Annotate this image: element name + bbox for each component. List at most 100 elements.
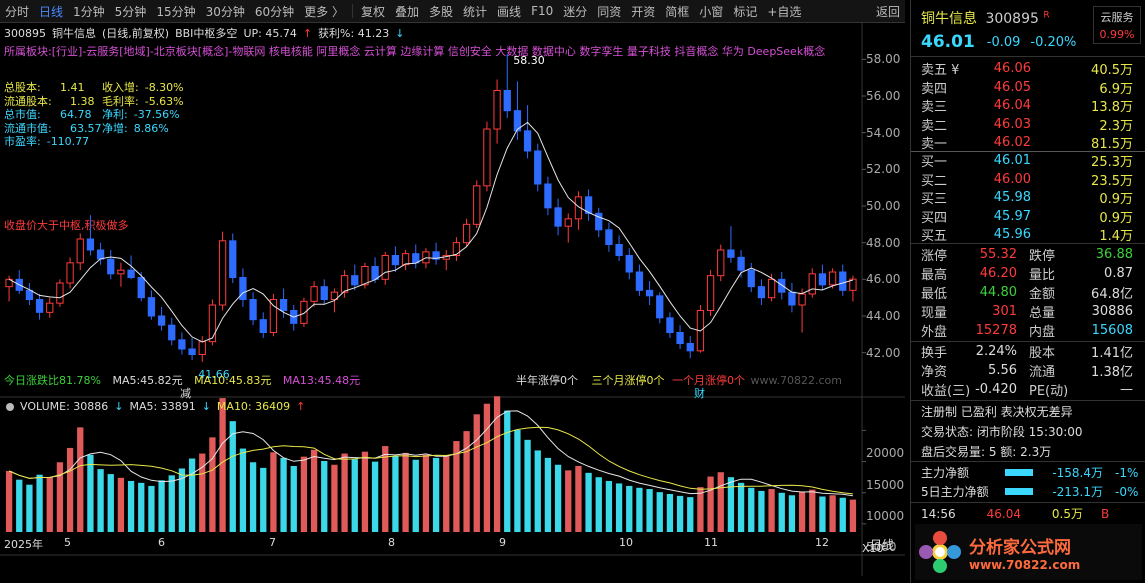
bid-label: 买四 bbox=[921, 210, 948, 226]
time-label: 7 bbox=[269, 536, 276, 549]
stat-value: 0.87 bbox=[1104, 266, 1133, 281]
tab-more[interactable]: 更多 〉 bbox=[299, 3, 349, 20]
volume-bar bbox=[5, 470, 13, 532]
ask-row[interactable]: 卖五 ¥ 46.06 40.5万 bbox=[911, 59, 1139, 78]
tool-biaoji[interactable]: 标记 bbox=[728, 3, 762, 20]
candle-body bbox=[808, 273, 816, 295]
tool-jiankuang[interactable]: 简框 bbox=[660, 3, 694, 20]
tab-fenshi[interactable]: 分时 bbox=[0, 3, 34, 20]
period-toolbar: 分时 日线 1分钟 5分钟 15分钟 30分钟 60分钟 更多 〉 复权 叠加 … bbox=[0, 0, 905, 23]
ma13-value: MA13:45.48元 bbox=[282, 374, 361, 387]
volume-bar bbox=[36, 474, 43, 532]
volume-tick-label: 10000 bbox=[866, 508, 905, 523]
divider bbox=[911, 400, 1145, 401]
volume-bar bbox=[290, 465, 297, 532]
tool-duogu[interactable]: 多股 bbox=[424, 3, 458, 20]
volume-bar bbox=[758, 490, 765, 532]
volume-bar bbox=[788, 495, 796, 532]
volume-bar bbox=[382, 446, 389, 532]
tool-mifen[interactable]: 迷分 bbox=[558, 3, 592, 20]
bid-label: 买三 bbox=[921, 192, 948, 207]
bid-row[interactable]: 买四 45.97 0.9万 bbox=[911, 207, 1139, 226]
ask-row[interactable]: 卖四 46.05 6.9万 bbox=[911, 78, 1139, 97]
candle-body bbox=[279, 299, 288, 311]
candle-body bbox=[564, 218, 572, 227]
tab-15min[interactable]: 15分钟 bbox=[151, 3, 200, 20]
tool-tongji[interactable]: 统计 bbox=[458, 3, 492, 20]
volume-bar bbox=[687, 497, 694, 532]
stat-label: 跌停 bbox=[1029, 249, 1056, 264]
volume-bar bbox=[351, 459, 358, 532]
volume-bar bbox=[87, 454, 94, 532]
candle-body bbox=[676, 332, 684, 344]
ask-row[interactable]: 卖二 46.03 2.3万 bbox=[911, 115, 1139, 134]
tool-fuquan[interactable]: 复权 bbox=[356, 3, 390, 20]
volume-bar bbox=[798, 492, 806, 532]
tab-30min[interactable]: 30分钟 bbox=[201, 3, 250, 20]
logo-banner[interactable]: 分析家公式网 www.70822.com bbox=[915, 524, 1142, 580]
tool-kaizi[interactable]: 开资 bbox=[626, 3, 660, 20]
tab-60min[interactable]: 60分钟 bbox=[250, 3, 299, 20]
volume-ma5-line bbox=[8, 410, 853, 497]
candle-body bbox=[706, 275, 715, 312]
bid-volume: 25.3万 bbox=[1091, 155, 1133, 170]
candle-body bbox=[757, 286, 766, 299]
candle-body bbox=[391, 255, 400, 266]
volume-bar bbox=[432, 457, 440, 532]
five-day-flow-row: 5日主力净额 -213.1万 -0% bbox=[921, 483, 1138, 500]
price-tick-label: 52.00 bbox=[866, 162, 901, 177]
divider bbox=[911, 56, 1145, 57]
stat-value: 15278 bbox=[975, 323, 1017, 338]
ask-row[interactable]: 卖三 46.04 13.8万 bbox=[911, 96, 1139, 115]
time-label: 12 bbox=[815, 536, 829, 549]
kline-chart[interactable]: 58.3041.66 bbox=[0, 23, 905, 576]
volume-bar bbox=[117, 477, 125, 532]
bid-row[interactable]: 买五 45.96 1.4万 bbox=[911, 225, 1139, 244]
tick-row: 14:56 46.04 0.5万 B bbox=[921, 505, 1109, 522]
bid-row[interactable]: 买一 46.01 25.3万 bbox=[911, 151, 1139, 170]
sector-box[interactable]: 云服务 0.99% bbox=[1093, 6, 1141, 44]
volume-bar bbox=[829, 495, 836, 532]
candle-body bbox=[239, 277, 247, 300]
fund-stat-label: 换手 bbox=[921, 346, 948, 361]
back-button[interactable]: 返回 bbox=[871, 3, 905, 20]
bid-volume: 0.9万 bbox=[1099, 192, 1133, 207]
volume-bar bbox=[849, 499, 857, 532]
ma5-value: MA5:45.82元 bbox=[112, 374, 183, 387]
tool-add-watchlist[interactable]: +自选 bbox=[762, 3, 806, 20]
high-mark: 58.30 bbox=[513, 54, 545, 67]
tab-daily[interactable]: 日线 bbox=[34, 3, 68, 20]
volume-bar bbox=[483, 403, 491, 532]
tab-1min[interactable]: 1分钟 bbox=[68, 3, 110, 20]
volume-bar bbox=[626, 485, 633, 532]
bid-price: 46.00 bbox=[993, 171, 1031, 187]
stat-row: 现量 301 总量 30886 bbox=[911, 302, 1139, 321]
volume-bar bbox=[341, 453, 348, 532]
fund-stat-value: -0.420 bbox=[975, 382, 1017, 397]
volume-bar bbox=[148, 485, 155, 532]
after-hours-volume: 盘后交易量: 5 额: 2.3万 bbox=[921, 445, 1052, 459]
time-mode-label[interactable]: 日线 bbox=[870, 536, 894, 553]
fund-stat-value: — bbox=[1120, 382, 1133, 397]
ask-row[interactable]: 卖一 46.02 81.5万 bbox=[911, 133, 1139, 152]
tool-diejia[interactable]: 叠加 bbox=[390, 3, 424, 20]
chart-area[interactable]: 300895 铜牛信息 (日线,前复权) BBI中枢多空 UP: 45.74 ↑… bbox=[0, 23, 905, 576]
tab-5min[interactable]: 5分钟 bbox=[110, 3, 152, 20]
tool-huaxian[interactable]: 画线 bbox=[492, 3, 526, 20]
price-row: 46.01 -0.09 -0.20% bbox=[921, 32, 1076, 52]
r-badge: R bbox=[1043, 10, 1050, 21]
volume-bar bbox=[615, 483, 623, 532]
flow-bar bbox=[1005, 488, 1033, 495]
three-month-limit: 三个月涨停0个 bbox=[591, 374, 665, 387]
candle-body bbox=[401, 253, 410, 266]
tool-tongzi[interactable]: 同资 bbox=[592, 3, 626, 20]
bid-row[interactable]: 买三 45.98 0.9万 bbox=[911, 188, 1139, 207]
tool-f10[interactable]: F10 bbox=[526, 4, 558, 18]
volume-bar bbox=[605, 480, 613, 532]
time-label: 11 bbox=[704, 536, 718, 549]
candle-body bbox=[351, 275, 359, 286]
candle-body bbox=[737, 256, 745, 271]
stat-value: 301 bbox=[992, 304, 1017, 319]
tool-xiaochuang[interactable]: 小窗 bbox=[694, 3, 728, 20]
bid-row[interactable]: 买二 46.00 23.5万 bbox=[911, 170, 1139, 189]
